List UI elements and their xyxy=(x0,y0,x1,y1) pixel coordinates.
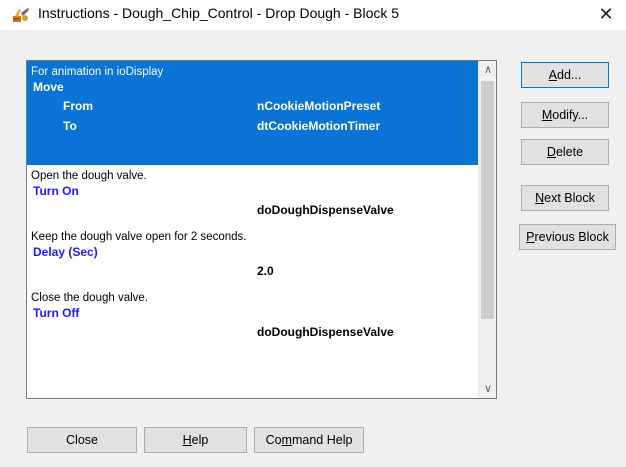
instruction-command: Turn Off xyxy=(33,306,80,320)
param-value: doDoughDispenseValve xyxy=(257,325,394,339)
instruction-item[interactable]: Keep the dough valve open for 2 seconds.… xyxy=(27,226,478,287)
window-title: Instructions - Dough_Chip_Control - Drop… xyxy=(38,5,400,21)
command-help-button[interactable]: Command Help xyxy=(254,427,364,453)
instruction-item[interactable]: For animation in ioDisplay Move From nCooki… xyxy=(27,61,478,165)
help-button-accel: H xyxy=(182,433,192,447)
instruction-param-row: 2.0 xyxy=(27,261,478,281)
command-help-button-label-pre: Co xyxy=(265,433,282,447)
param-value: dtCookieMotionTimer xyxy=(257,119,381,133)
instruction-param-row: To dtCookieMotionTimer xyxy=(27,116,478,136)
next-block-button-accel: N xyxy=(535,191,545,205)
title-bar: Instructions - Dough_Chip_Control - Drop… xyxy=(0,0,626,30)
instruction-comment: Close the dough valve. xyxy=(31,292,148,304)
instruction-param-row: doDoughDispenseValve xyxy=(27,322,478,342)
instruction-comment: Open the dough valve. xyxy=(31,170,147,182)
close-button-label: Close xyxy=(66,433,98,447)
param-value: nCookieMotionPreset xyxy=(257,99,381,113)
instruction-list-content: For animation in ioDisplay Move From nCooki… xyxy=(27,61,478,398)
param-label: From xyxy=(63,99,93,113)
modify-button-label: odify... xyxy=(552,108,589,122)
instruction-param-row: From nCookieMotionPreset xyxy=(27,96,478,116)
previous-block-button[interactable]: Previous Block xyxy=(519,224,616,250)
instruction-comment: Keep the dough valve open for 2 seconds. xyxy=(31,231,247,243)
instruction-command: Turn On xyxy=(33,184,79,198)
instruction-param-row: doDoughDispenseValve xyxy=(27,200,478,220)
tool-icon xyxy=(12,7,30,23)
param-value: doDoughDispenseValve xyxy=(257,203,394,217)
next-block-button-label: ext Block xyxy=(544,191,595,205)
delete-button-label: elete xyxy=(555,145,584,159)
command-help-button-accel: m xyxy=(281,433,292,447)
delete-button[interactable]: Delete xyxy=(521,139,609,165)
next-block-button[interactable]: Next Block xyxy=(521,185,609,211)
command-help-button-label: mand Help xyxy=(291,433,353,447)
previous-block-button-accel: P xyxy=(526,230,535,244)
add-button[interactable]: Add... xyxy=(521,62,609,88)
add-button-accel: A xyxy=(548,68,557,82)
instruction-command: Delay (Sec) xyxy=(33,245,98,259)
close-window-icon[interactable]: ✕ xyxy=(592,3,620,25)
instruction-command: Move xyxy=(33,80,64,94)
scroll-down-icon[interactable]: ∨ xyxy=(479,380,496,398)
instruction-list[interactable]: For animation in ioDisplay Move From nCooki… xyxy=(26,60,497,399)
instruction-comment: For animation in ioDisplay xyxy=(31,66,164,78)
add-button-label: dd... xyxy=(557,68,582,82)
scroll-up-icon[interactable]: ∧ xyxy=(479,61,496,79)
modify-button[interactable]: Modify... xyxy=(521,102,609,128)
delete-button-accel: D xyxy=(546,145,556,159)
instruction-item[interactable]: Close the dough valve. Turn Off doDoughDis… xyxy=(27,287,478,348)
previous-block-button-label: revious Block xyxy=(534,230,609,244)
param-value: 2.0 xyxy=(257,264,274,278)
param-label: To xyxy=(63,119,77,133)
vertical-scrollbar[interactable]: ∧ ∨ xyxy=(478,61,496,398)
instruction-item[interactable]: Open the dough valve. Turn On doDoughDispe… xyxy=(27,165,478,226)
close-button[interactable]: Close xyxy=(27,427,137,453)
help-button-label: elp xyxy=(191,433,209,447)
scrollbar-thumb[interactable] xyxy=(481,81,494,319)
help-button[interactable]: Help xyxy=(144,427,247,453)
modify-button-accel: M xyxy=(541,108,553,122)
